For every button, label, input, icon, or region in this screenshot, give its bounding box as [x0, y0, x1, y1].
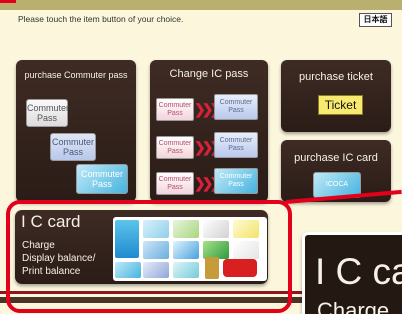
card-label: Pass [62, 147, 83, 157]
card-label: Commuter [27, 103, 70, 113]
card-label: Commuter [51, 137, 94, 147]
commuter-pass-card-icoca: Commuter Pass [76, 164, 128, 194]
new-pass-card-icoca: Commuter Pass [214, 168, 258, 194]
commuter-pass-card: Commuter Pass [50, 133, 96, 161]
commuter-pass-title: purchase Commuter pass [24, 70, 128, 80]
new-pass-card: Commuter Pass [214, 132, 258, 158]
instruction-text: Please touch the item button of your cho… [18, 14, 184, 24]
highlight-corner-line [0, 0, 3, 3]
change-ic-pass-button[interactable]: Change IC pass Commuter Pass ❯❯❯ Commuter… [150, 60, 268, 202]
old-pass-card: Commuter Pass [156, 98, 194, 121]
old-pass-card: Commuter Pass [156, 136, 194, 159]
card-label: Commuter [80, 169, 123, 179]
old-pass-card: Commuter Pass [156, 172, 194, 195]
card-label: Pass [91, 179, 112, 189]
purchase-ic-card-title: purchase IC card [294, 152, 378, 164]
top-stripe [0, 0, 402, 10]
purchase-commuter-pass-button[interactable]: purchase Commuter pass Commuter Pass Com… [16, 60, 136, 202]
purchase-ticket-button[interactable]: purchase ticket Ticket [281, 60, 391, 132]
change-ic-pass-title: Change IC pass [169, 68, 249, 80]
card-label: Pass [36, 113, 57, 123]
card-label: ICOCA [325, 181, 349, 188]
language-button[interactable]: 日本語 [359, 13, 392, 27]
zoom-inset-title: I C ca [315, 251, 402, 292]
zoom-inset-line: Charge [317, 298, 390, 314]
new-pass-card: Commuter Pass [214, 94, 258, 120]
purchase-ticket-title: purchase ticket [299, 71, 373, 83]
ticket-icon-button: Ticket [318, 95, 363, 115]
selection-highlight [6, 200, 292, 313]
zoomed-ic-card-inset: I C ca Charge [302, 232, 402, 314]
commuter-pass-card: Commuter Pass [26, 99, 70, 127]
